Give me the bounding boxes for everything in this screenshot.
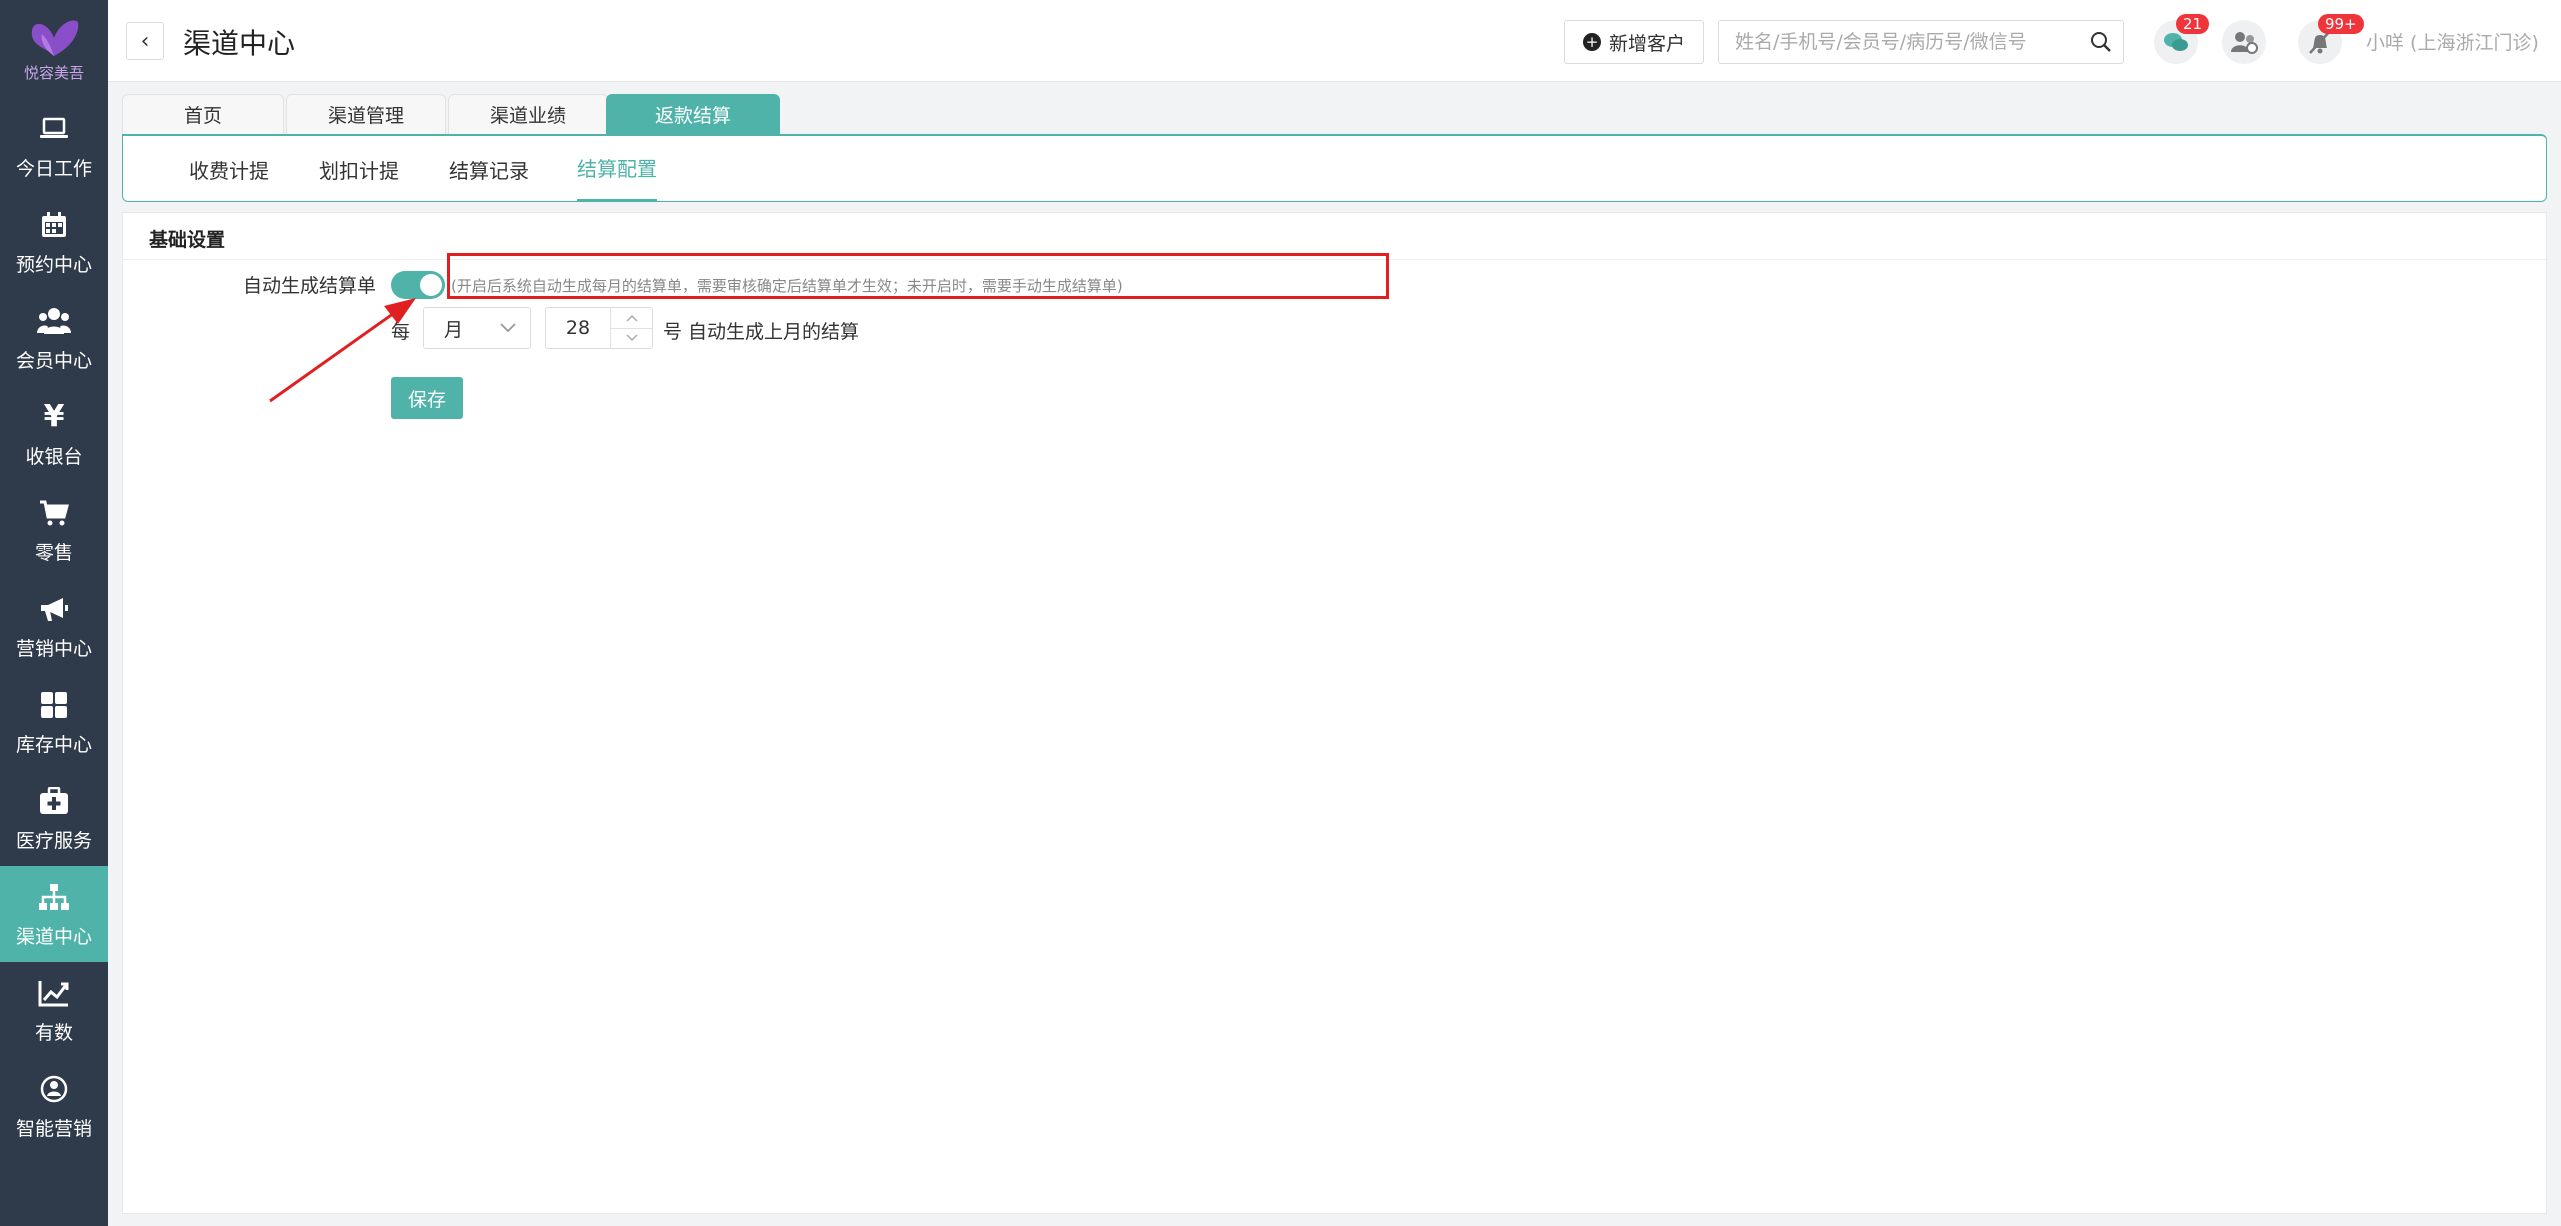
sidebar-item-label: 今日工作 [15,157,92,180]
plus-circle-icon: + [1582,33,1601,51]
team-button[interactable] [2222,20,2266,64]
sidebar: 悦容美吾 今日工作 预约中心 会员中心 ¥ 收银台 零售 营销中心 库存中心 医… [0,0,108,1226]
cart-icon [37,496,71,530]
sub-tabs-panel: 收费计提 划扣计提 结算记录 结算配置 [122,134,2547,202]
chevron-left-icon: ‹ [140,28,150,54]
users-icon [37,304,71,338]
tab-label: 返款结算 [654,105,731,127]
stepper-controls [610,308,652,348]
every-label: 每 [391,321,411,343]
sidebar-item-cashier[interactable]: ¥ 收银台 [0,386,108,482]
smart-icon [37,1072,71,1106]
period-select[interactable]: 月 [423,307,531,349]
yen-icon: ¥ [43,399,65,434]
sidebar-item-label: 零售 [34,541,73,564]
increment-button[interactable] [611,308,652,328]
user-name[interactable]: 小咩 (上海浙江门诊) [2366,28,2539,55]
save-button[interactable]: 保存 [391,377,463,419]
sidebar-item-label: 智能营销 [15,1117,92,1140]
tab-label: 渠道业绩 [489,105,566,127]
butterfly-logo-icon [31,20,79,56]
subtab-label: 结算配置 [577,157,657,181]
tab-channel-performance[interactable]: 渠道业绩 [448,94,608,134]
sidebar-item-label: 渠道中心 [15,925,92,948]
sidebar-item-appointment[interactable]: 预约中心 [0,194,108,290]
sidebar-item-channel[interactable]: 渠道中心 [0,866,108,962]
medkit-icon [37,784,71,818]
top-header: ‹ 渠道中心 + 新增客户 21 99+ 小咩 (上海浙江门诊) ⌄ [108,0,2561,82]
sidebar-item-smart-marketing[interactable]: 智能营销 [0,1058,108,1154]
back-button[interactable]: ‹ [126,22,164,60]
day-suffix-label: 号 自动生成上月的结算 [663,321,860,343]
auto-settlement-toggle[interactable] [391,271,445,299]
team-icon [2231,32,2258,54]
sidebar-item-medical[interactable]: 医疗服务 [0,770,108,866]
annotation-highlight-box [447,253,1389,299]
sidebar-item-inventory[interactable]: 库存中心 [0,674,108,770]
day-stepper[interactable]: 28 [545,307,653,349]
settings-content: 基础设置 自动生成结算单 (开启后系统自动生成每月的结算单，需要审核确定后结算单… [122,212,2547,1214]
tab-channel-management[interactable]: 渠道管理 [286,94,446,134]
sidebar-item-retail[interactable]: 零售 [0,482,108,578]
grid-icon [37,688,71,722]
calendar-icon [37,208,71,242]
decrement-button[interactable] [611,327,652,349]
sidebar-item-label: 营销中心 [15,637,92,660]
subtab-deduction-accrual[interactable]: 划扣计提 [319,136,399,202]
search-icon[interactable] [2079,31,2123,53]
search-box [1718,20,2124,64]
add-customer-label: 新增客户 [1608,32,1685,55]
period-value: 月 [444,318,464,341]
tab-label: 首页 [183,105,222,127]
sidebar-item-label: 库存中心 [15,733,92,756]
subtab-label: 结算记录 [449,158,529,183]
sidebar-item-label: 预约中心 [15,253,92,276]
sidebar-item-members[interactable]: 会员中心 [0,290,108,386]
subtab-label: 划扣计提 [319,158,399,183]
add-customer-button[interactable]: + 新增客户 [1564,20,1704,64]
chevron-down-icon [625,334,638,342]
subtab-charge-accrual[interactable]: 收费计提 [189,136,269,202]
megaphone-icon [37,592,71,626]
day-value[interactable]: 28 [546,317,610,339]
sidebar-item-label: 有数 [34,1021,73,1044]
tab-label: 渠道管理 [327,105,404,127]
sidebar-item-label: 会员中心 [15,349,92,372]
page-title: 渠道中心 [183,27,296,60]
sidebar-item-label: 医疗服务 [15,829,92,852]
section-title: 基础设置 [149,229,226,251]
auto-settlement-label: 自动生成结算单 [243,275,377,297]
sidebar-item-marketing[interactable]: 营销中心 [0,578,108,674]
line-chart-icon [37,976,71,1010]
tab-home[interactable]: 首页 [122,94,284,134]
wechat-icon [2164,33,2188,51]
sidebar-item-label: 收银台 [25,445,83,468]
chat-badge: 21 [2176,14,2210,34]
subtab-label: 收费计提 [189,158,269,183]
sidebar-item-today[interactable]: 今日工作 [0,98,108,194]
logo-text: 悦容美吾 [23,63,84,82]
notification-badge: 99+ [2318,14,2364,34]
laptop-icon [37,112,71,146]
sitemap-icon [37,880,71,914]
logo: 悦容美吾 [0,0,108,98]
toggle-knob [420,274,442,296]
chevron-up-icon [625,314,638,322]
subtab-settlement-config[interactable]: 结算配置 [577,136,657,202]
subtab-settlement-records[interactable]: 结算记录 [449,136,529,202]
chevron-down-icon [500,323,516,333]
save-label: 保存 [407,388,446,411]
notification-button[interactable]: 99+ [2298,14,2364,64]
sidebar-item-analytics[interactable]: 有数 [0,962,108,1058]
chat-button[interactable]: 21 [2154,14,2210,64]
search-input[interactable] [1719,21,2079,63]
tab-rebate-settlement[interactable]: 返款结算 [606,94,780,134]
